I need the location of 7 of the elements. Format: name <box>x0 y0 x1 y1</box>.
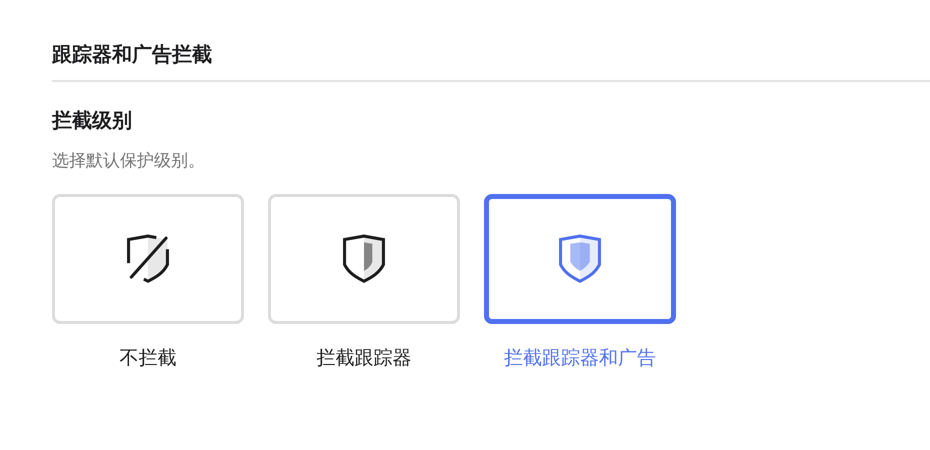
level-option-label: 不拦截 <box>120 346 176 371</box>
section-title: 跟踪器和广告拦截 <box>52 41 213 68</box>
level-option-card[interactable] <box>484 194 676 324</box>
level-option-label: 拦截跟踪器 <box>316 346 412 371</box>
setting-description: 选择默认保护级别。 <box>52 150 206 173</box>
setting-title: 拦截级别 <box>52 107 133 134</box>
level-option-label: 拦截跟踪器和广告 <box>504 346 656 371</box>
